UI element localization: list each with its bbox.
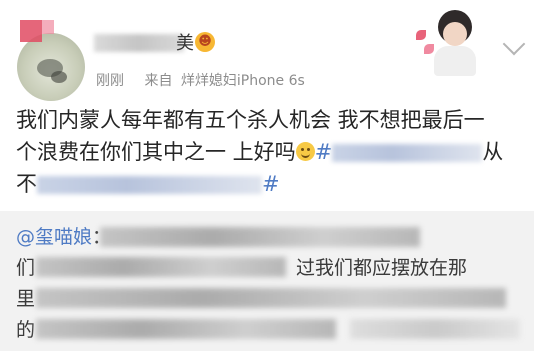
body-line: 个浪费在你们其中之一 上好吗 # 从: [16, 136, 526, 168]
petal-icon: [416, 30, 426, 40]
blurred-quoted-text: [36, 257, 286, 277]
quoted-text: 们: [16, 257, 36, 279]
quoted-text: 过我们都应摆放在那: [296, 257, 468, 279]
post-meta: 刚刚 来自 烊烊媳妇iPhone 6s: [96, 70, 305, 90]
smile-emoji-icon: [295, 142, 315, 161]
source-label: 来自: [144, 73, 173, 89]
body-text: 个浪费在你们其中之一 上好吗: [16, 140, 296, 164]
quoted-post[interactable]: @玺喵娘： 们 过我们都应摆放在那 里 的: [0, 211, 534, 351]
figure-face: [443, 22, 467, 46]
post-body: 我们内蒙人每年都有五个杀人机会 我不想把最后一 个浪费在你们其中之一 上好吗 # 从…: [16, 104, 526, 200]
body-text: 从: [482, 140, 504, 164]
author-name-fragment: 美: [176, 33, 194, 54]
chevron-down-icon[interactable]: [502, 32, 526, 56]
author-name-blurred[interactable]: [94, 34, 184, 52]
hashtag-end[interactable]: #: [262, 172, 280, 196]
quoted-text: 里: [16, 288, 36, 310]
body-line: 我们内蒙人每年都有五个杀人机会 我不想把最后一: [16, 104, 526, 136]
body-text: 我们内蒙人每年都有五个杀人机会 我不想把最后一: [16, 108, 485, 132]
blurred-quoted-text: [36, 288, 506, 308]
post-source[interactable]: 烊烊媳妇iPhone 6s: [181, 73, 305, 89]
post-header: 美 ☻ 刚刚 来自 烊烊媳妇iPhone 6s: [0, 0, 534, 101]
weibo-post-screenshot: 美 ☻ 刚刚 来自 烊烊媳妇iPhone 6s 我们内蒙人每年都有五个杀人机会 …: [0, 0, 534, 351]
avatar-detail: [51, 71, 67, 83]
body-text: 不: [16, 172, 37, 196]
mention-link[interactable]: @玺喵娘: [16, 226, 92, 248]
post-time: 刚刚: [96, 73, 124, 89]
blurred-hashtag-text: [37, 176, 262, 194]
quoted-line: @玺喵娘：: [16, 222, 111, 253]
censor-pixel-block: [20, 20, 42, 42]
censor-pixel-block: [42, 20, 54, 34]
figure-body: [434, 46, 476, 76]
body-line: 不 #: [16, 168, 526, 200]
blurred-hashtag-text: [332, 144, 483, 162]
petal-icon: [424, 44, 434, 54]
header-decoration-icon: [416, 6, 486, 76]
avatar[interactable]: [17, 33, 85, 101]
quoted-text: 的: [16, 319, 36, 341]
grinning-face-icon: ☻: [195, 32, 215, 52]
blurred-quoted-text: [100, 227, 420, 247]
blurred-quoted-text: [350, 319, 520, 339]
blurred-quoted-text: [36, 319, 336, 339]
hashtag-start[interactable]: #: [315, 140, 333, 164]
